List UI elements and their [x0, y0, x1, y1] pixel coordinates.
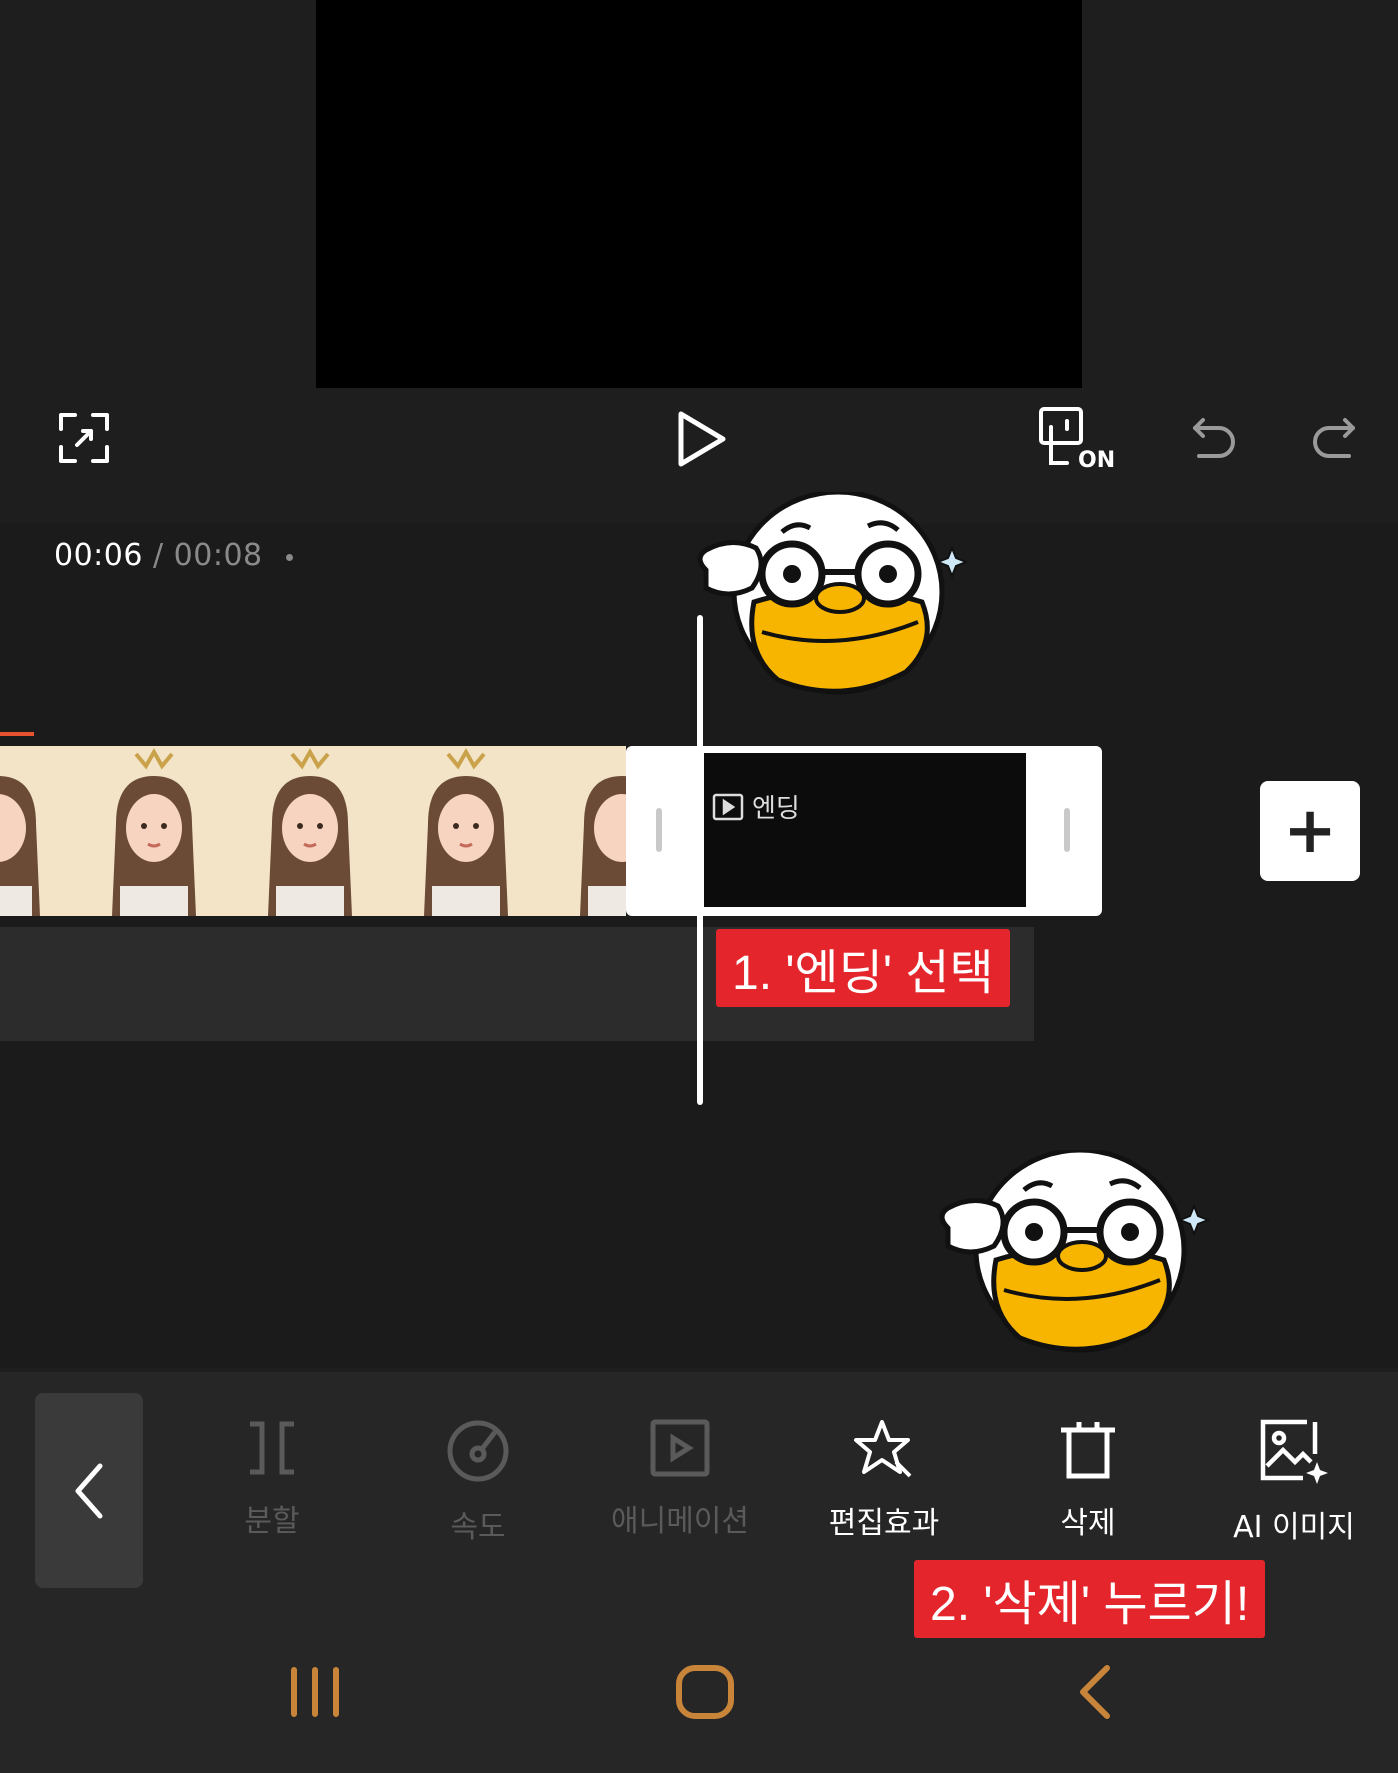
- clip-thumbnail: [232, 746, 388, 916]
- add-clip-button[interactable]: +: [1260, 781, 1360, 881]
- tool-split-label: 분할: [244, 1504, 300, 1539]
- clip-thumbnail: [76, 746, 232, 916]
- undo-icon[interactable]: [1184, 406, 1244, 470]
- tool-speed[interactable]: 속도: [378, 1418, 578, 1546]
- clip-thumbnail: [0, 746, 76, 916]
- tool-ai-image-label: AI 이미지: [1233, 1510, 1355, 1545]
- chevron-left-icon: [75, 1463, 103, 1518]
- fullscreen-icon[interactable]: [52, 406, 116, 470]
- image-clip[interactable]: [0, 746, 626, 916]
- play-icon[interactable]: [666, 404, 736, 474]
- delete-icon: [1061, 1422, 1115, 1479]
- tool-effect[interactable]: 편집효과: [784, 1418, 984, 1542]
- toolbar-back-button[interactable]: [35, 1393, 143, 1588]
- tool-ai-image[interactable]: AI 이미지: [1194, 1418, 1394, 1546]
- split-icon: [250, 1421, 294, 1475]
- tool-animation[interactable]: 애니메이션: [580, 1418, 780, 1540]
- tool-animation-label: 애니메이션: [611, 1504, 749, 1539]
- ending-clip-title: 엔딩: [712, 788, 800, 825]
- clip-thumbnail: [388, 746, 544, 916]
- tool-speed-label: 속도: [450, 1510, 506, 1545]
- time-separator: /: [153, 538, 164, 573]
- time-readout: 00:06 / 00:08: [54, 538, 263, 573]
- timeline-dot: [286, 554, 293, 561]
- tool-delete[interactable]: 삭제: [988, 1418, 1188, 1542]
- tool-split[interactable]: 분할: [172, 1418, 372, 1540]
- redo-icon[interactable]: [1304, 406, 1364, 470]
- total-time: 00:08: [173, 538, 263, 573]
- callout-step1: 1. '엔딩' 선택: [716, 929, 1010, 1007]
- ending-clip[interactable]: [704, 753, 1026, 907]
- speed-icon: [447, 1420, 509, 1482]
- duck-sticker-top: [697, 492, 969, 695]
- ending-clip-label: 엔딩: [752, 794, 800, 824]
- tool-delete-label: 삭제: [1060, 1506, 1116, 1541]
- recent-apps-icon[interactable]: [280, 1660, 350, 1724]
- right-trim-handle[interactable]: [1064, 808, 1070, 852]
- left-trim-handle[interactable]: [656, 808, 662, 852]
- preview-toggle-badge: ON: [1078, 448, 1116, 473]
- plus-icon: +: [1283, 794, 1337, 868]
- back-icon[interactable]: [1060, 1660, 1130, 1724]
- video-preview[interactable]: [316, 0, 1082, 388]
- progress-indicator: [0, 732, 34, 736]
- callout-step2: 2. '삭제' 누르기!: [914, 1560, 1266, 1638]
- animation-icon: [650, 1419, 710, 1477]
- effect-icon: [854, 1420, 912, 1478]
- ai-image-icon: [1260, 1419, 1328, 1484]
- home-icon[interactable]: [670, 1660, 740, 1724]
- clip-thumbnail: [544, 746, 626, 916]
- tool-effect-label: 편집효과: [828, 1506, 940, 1541]
- video-clip-icon: [712, 793, 744, 820]
- duck-sticker-bottom: [939, 1150, 1211, 1353]
- current-time: 00:06: [54, 538, 143, 573]
